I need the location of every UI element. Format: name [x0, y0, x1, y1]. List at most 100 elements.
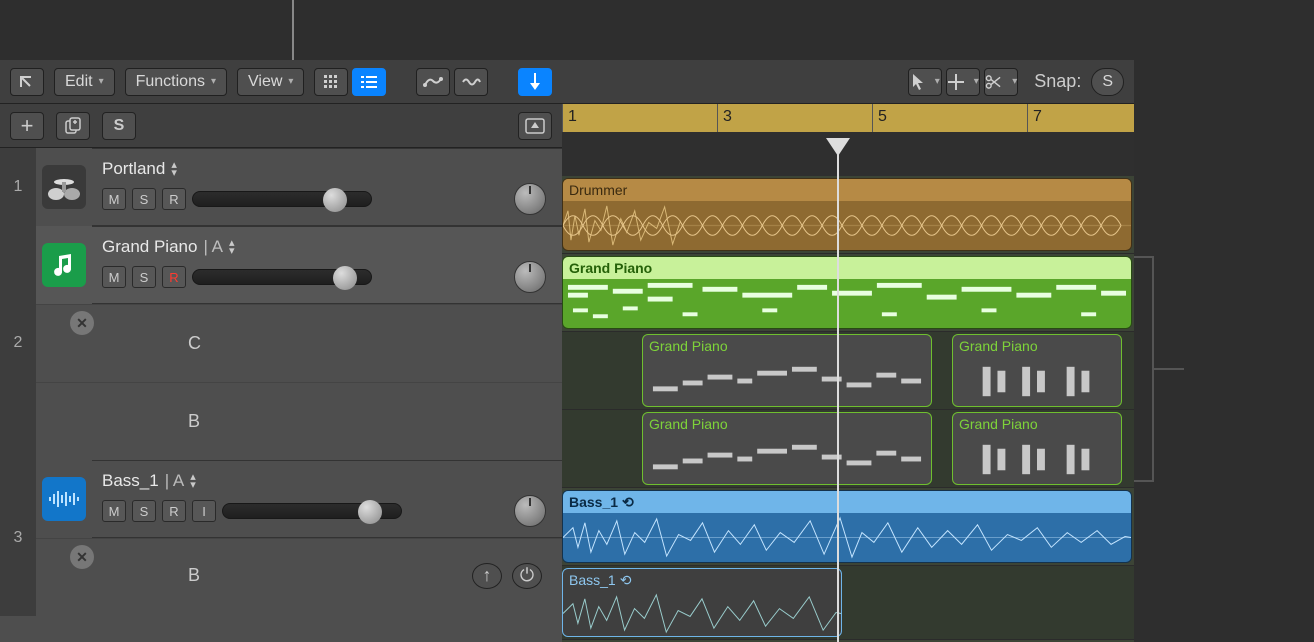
close-take-folder-button[interactable]: ✕: [70, 545, 94, 569]
arrange-lane-bass-b[interactable]: Bass_1 ⟲: [562, 566, 1134, 640]
track-header-config-button[interactable]: [518, 112, 552, 140]
arrow-up-left-icon: [18, 73, 36, 91]
solo-button[interactable]: S: [132, 266, 156, 288]
piano-region-main[interactable]: Grand Piano: [562, 256, 1132, 329]
scissors-tool-button[interactable]: ▾: [984, 68, 1018, 96]
chevron-down-icon: ▾: [211, 76, 216, 87]
pan-knob[interactable]: [514, 495, 546, 527]
arrange-lane-piano-c[interactable]: Grand Piano Grand Piano: [562, 332, 1134, 410]
snap-value-select[interactable]: S: [1091, 68, 1124, 96]
region-name: Grand Piano: [569, 260, 652, 276]
midi-notes-icon: [953, 357, 1121, 406]
drumkit-icon: [46, 172, 82, 202]
track-number: 1: [0, 148, 36, 226]
audio-wave-icon: [48, 489, 80, 509]
lane-power-button[interactable]: ⏻: [512, 563, 542, 589]
region-name: Bass_1: [569, 572, 616, 588]
midi-notes-icon: [563, 279, 1131, 328]
navigate-up-button[interactable]: [10, 68, 44, 96]
take-lane-b-bass[interactable]: ✕ B ↑ ⏻: [36, 538, 562, 612]
arrange-area[interactable]: Drummer Grand Piano: [562, 176, 1134, 642]
pan-knob[interactable]: [514, 261, 546, 293]
take-lane-c[interactable]: ✕ C: [36, 304, 562, 382]
automation-icon: [423, 75, 443, 89]
stack-menu-icon[interactable]: ▴▾: [171, 161, 177, 177]
cycle-region[interactable]: 1 3 5 7: [562, 104, 1134, 132]
automation-curve-button[interactable]: [416, 68, 450, 96]
audio-waveform-icon: [563, 591, 841, 636]
grid-view-button[interactable]: [314, 68, 348, 96]
add-track-button[interactable]: +: [10, 112, 44, 140]
timeline-ruler[interactable]: 1 3 5 7: [562, 104, 1134, 176]
list-icon: [361, 75, 377, 89]
volume-slider[interactable]: [192, 269, 372, 285]
functions-menu[interactable]: Functions▾: [125, 68, 227, 96]
stack-menu-icon[interactable]: ▴▾: [229, 239, 235, 255]
annotation-bracket-stem: [1154, 368, 1184, 370]
marquee-tool-button[interactable]: ▾: [946, 68, 980, 96]
bass-region-main[interactable]: Bass_1 ⟲: [562, 490, 1132, 563]
mute-button[interactable]: M: [102, 188, 126, 210]
pointer-tool-button[interactable]: ▾: [908, 68, 942, 96]
take-lane-label: C: [128, 305, 562, 382]
pan-knob[interactable]: [514, 183, 546, 215]
region-name: Grand Piano: [959, 338, 1038, 354]
piano-region-alt-b1[interactable]: Grand Piano: [642, 412, 932, 485]
piano-region-alt-b2[interactable]: Grand Piano: [952, 412, 1122, 485]
edit-menu[interactable]: Edit▾: [54, 68, 115, 96]
close-take-folder-button[interactable]: ✕: [70, 311, 94, 335]
track-number: 3: [0, 460, 36, 616]
piano-region-alt-c2[interactable]: Grand Piano: [952, 334, 1122, 407]
record-enable-button[interactable]: R: [162, 188, 186, 210]
track-name: Bass_1: [102, 471, 159, 491]
mute-button[interactable]: M: [102, 266, 126, 288]
audio-waveform-icon: [563, 513, 1131, 562]
arrange-lane-piano-b[interactable]: Grand Piano Grand Piano: [562, 410, 1134, 488]
track-header-bass[interactable]: 3 Bass_1| A▴▾ M S R I: [0, 460, 562, 538]
arrange-lane-bass[interactable]: Bass_1 ⟲: [562, 488, 1134, 566]
pointer-icon: [911, 73, 925, 91]
midi-notes-icon: [953, 435, 1121, 484]
catch-playhead-button[interactable]: [518, 68, 552, 96]
record-enable-button[interactable]: R: [162, 266, 186, 288]
track-headers: 1 Portland▴▾ M S R 2 Grand Piano| A▴▾ M …: [0, 148, 562, 642]
drummer-region[interactable]: Drummer: [562, 178, 1132, 251]
playhead-line[interactable]: [837, 148, 839, 642]
track-header-toolbar: + S: [0, 104, 562, 148]
take-lane-b[interactable]: B: [36, 382, 562, 460]
track-header-piano[interactable]: 2 Grand Piano| A▴▾ M S R: [0, 226, 562, 304]
solo-button[interactable]: S: [132, 500, 156, 522]
list-view-button[interactable]: [352, 68, 386, 96]
lane-up-button[interactable]: ↑: [472, 563, 502, 589]
region-name: Grand Piano: [959, 416, 1038, 432]
piano-region-alt-c1[interactable]: Grand Piano: [642, 334, 932, 407]
midi-notes-icon: [643, 435, 931, 484]
region-name: Bass_1: [569, 494, 618, 510]
region-name: Drummer: [569, 182, 627, 198]
bass-region-alt-b[interactable]: Bass_1 ⟲: [562, 568, 842, 637]
view-menu[interactable]: View▾: [237, 68, 304, 96]
crosshair-icon: [948, 74, 964, 90]
playhead-icon: [527, 73, 543, 91]
track-number: 2: [0, 226, 36, 460]
take-lane-label: B: [188, 565, 200, 586]
drummer-waveform-icon: [563, 201, 1131, 250]
arrange-lane-piano[interactable]: Grand Piano: [562, 254, 1134, 332]
scissors-icon: [985, 74, 1002, 90]
duplicate-track-button[interactable]: [56, 112, 90, 140]
arrange-lane-drummer[interactable]: Drummer: [562, 176, 1134, 254]
chevron-down-icon: ▾: [288, 76, 293, 87]
stack-menu-icon[interactable]: ▴▾: [190, 473, 196, 489]
mute-button[interactable]: M: [102, 500, 126, 522]
volume-slider[interactable]: [192, 191, 372, 207]
bar-number: 7: [1033, 108, 1042, 126]
input-monitor-button[interactable]: I: [192, 500, 216, 522]
bar-number: 1: [568, 108, 577, 126]
track-header-drummer[interactable]: 1 Portland▴▾ M S R: [0, 148, 562, 226]
solo-button[interactable]: S: [132, 188, 156, 210]
record-enable-button[interactable]: R: [162, 500, 186, 522]
volume-slider[interactable]: [222, 503, 402, 519]
flex-button[interactable]: [454, 68, 488, 96]
track-alternative-label: | A: [165, 471, 185, 491]
global-solo-button[interactable]: S: [102, 112, 136, 140]
